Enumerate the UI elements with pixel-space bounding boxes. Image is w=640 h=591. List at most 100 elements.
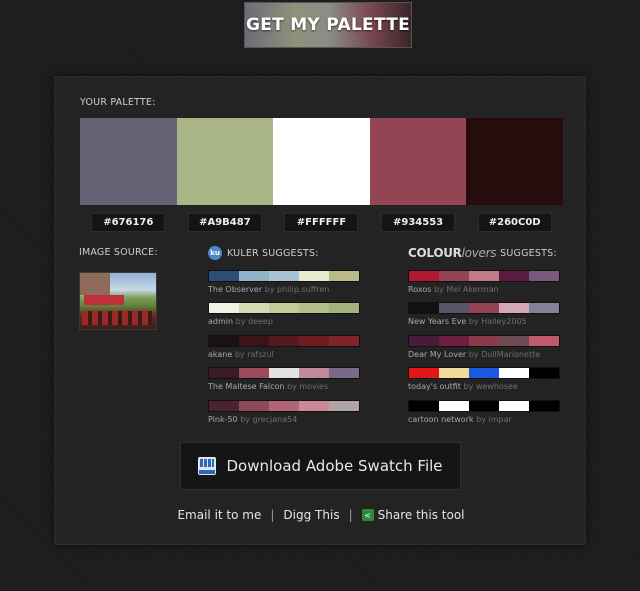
suggestion-caption: akane by rafszul	[208, 350, 360, 359]
hex-cell: #260C0D	[466, 213, 563, 232]
suggestion-caption: Roxos by Mel Akerman	[408, 285, 560, 294]
hex-value[interactable]: #A9B487	[187, 213, 262, 232]
suggestion-item[interactable]: The Observer by philip.suffren	[208, 270, 360, 302]
palette-hex-values: #676176 #A9B487 #FFFFFF #934553 #260C0D	[80, 213, 563, 232]
suggestion-caption: The Maltese Falcon by movies	[208, 382, 360, 391]
strip-color	[329, 400, 359, 411]
separator: |	[348, 508, 353, 522]
suggestion-item[interactable]: akane by rafszul	[208, 334, 360, 367]
swatch-file-icon	[198, 457, 217, 475]
suggestion-name[interactable]: Pink-50	[208, 415, 238, 424]
colourlovers-list: Roxos by Mel Akerman New Years Eve by Hai…	[408, 270, 560, 432]
your-palette-label: YOUR PALETTE:	[80, 97, 156, 108]
strip-color	[209, 335, 239, 346]
suggestion-author[interactable]: Mel Akerman	[446, 285, 498, 294]
suggestion-color-strip[interactable]	[208, 270, 360, 282]
strip-color	[409, 335, 439, 346]
suggestion-color-strip[interactable]	[208, 302, 360, 315]
suggestion-name[interactable]: Dear My Lover	[408, 350, 466, 359]
colourlovers-suggestions: COLOURlovers SUGGESTS: Roxos by Mel Aker…	[408, 245, 560, 432]
image-source-label: IMAGE SOURCE:	[79, 247, 158, 258]
strip-color	[469, 400, 499, 411]
suggestion-color-strip[interactable]	[408, 399, 560, 412]
suggestion-author[interactable]: grecjana54	[253, 415, 298, 424]
kuler-icon: ku	[208, 246, 222, 260]
palette-swatch[interactable]	[80, 118, 177, 205]
share-link[interactable]: Share this tool	[378, 508, 465, 522]
strip-color	[239, 368, 269, 379]
suggestion-by: by	[234, 349, 245, 359]
suggestion-author[interactable]: impar	[489, 415, 512, 424]
suggestion-author[interactable]: wewhosee	[476, 382, 518, 391]
get-my-palette-button[interactable]: GET MY PALETTE	[244, 2, 412, 48]
palette-swatch[interactable]	[369, 118, 467, 205]
strip-color	[239, 271, 269, 281]
strip-color	[469, 335, 499, 346]
separator: |	[270, 508, 275, 522]
suggestion-author[interactable]: DullMarionette	[481, 350, 540, 359]
palette-swatch[interactable]	[176, 118, 274, 205]
suggestion-item[interactable]: Roxos by Mel Akerman	[408, 270, 560, 302]
strip-color	[529, 303, 559, 314]
suggestion-name[interactable]: admin	[208, 317, 233, 326]
suggestion-author[interactable]: Hailey2005	[481, 317, 526, 326]
hex-value[interactable]: #FFFFFF	[284, 213, 359, 232]
suggestion-by: by	[264, 285, 275, 294]
email-link[interactable]: Email it to me	[177, 508, 261, 522]
suggestion-name[interactable]: The Maltese Falcon	[208, 382, 285, 391]
suggestion-color-strip[interactable]	[208, 367, 360, 380]
colourlovers-logo: COLOURlovers	[408, 246, 497, 260]
suggestion-author[interactable]: rafszul	[247, 350, 274, 359]
hex-value[interactable]: #260C0D	[477, 213, 552, 232]
strip-color	[499, 400, 529, 411]
suggestion-by: by	[463, 382, 474, 392]
digg-link[interactable]: Digg This	[283, 508, 339, 522]
kuler-list: The Observer by philip.suffren admin by d…	[208, 270, 360, 432]
suggestion-author[interactable]: philip.suffren	[277, 285, 329, 294]
strip-color	[269, 335, 299, 346]
suggestion-item[interactable]: Pink-50 by grecjana54	[208, 399, 360, 432]
suggestion-name[interactable]: The Observer	[208, 285, 262, 294]
hex-value[interactable]: #676176	[91, 213, 166, 232]
suggestion-author[interactable]: movies	[299, 382, 328, 391]
strip-color	[239, 400, 269, 411]
suggestion-name[interactable]: Roxos	[408, 285, 431, 294]
strip-color	[269, 271, 299, 281]
suggestion-name[interactable]: akane	[208, 350, 232, 359]
strip-color	[529, 400, 559, 411]
suggestion-item[interactable]: cartoon network by impar	[408, 399, 560, 432]
suggestion-by: by	[235, 317, 246, 327]
suggestion-name[interactable]: cartoon network	[408, 415, 474, 424]
hex-cell: #FFFFFF	[273, 213, 370, 232]
suggestion-author[interactable]: deeep	[248, 317, 273, 326]
suggestion-color-strip[interactable]	[408, 367, 560, 380]
suggestion-name[interactable]: today's outfit	[408, 382, 461, 391]
suggestion-by: by	[240, 414, 250, 424]
strip-color	[269, 400, 299, 411]
palette-swatch[interactable]	[273, 118, 370, 205]
hex-cell: #934553	[370, 213, 467, 232]
suggestion-color-strip[interactable]	[408, 270, 560, 282]
suggestion-item[interactable]: Dear My Lover by DullMarionette	[408, 334, 560, 367]
suggestion-name[interactable]: New Years Eve	[408, 317, 466, 326]
image-source-thumbnail[interactable]	[79, 272, 157, 330]
palette-swatch[interactable]	[466, 118, 563, 205]
suggestion-caption: admin by deeep	[208, 317, 360, 326]
share-icon: <	[361, 509, 374, 521]
strip-color	[469, 303, 499, 314]
download-swatch-button[interactable]: Download Adobe Swatch File	[180, 442, 461, 490]
strip-color	[299, 400, 329, 411]
suggestion-color-strip[interactable]	[208, 334, 360, 347]
suggestion-color-strip[interactable]	[408, 302, 560, 315]
suggestion-item[interactable]: New Years Eve by Hailey2005	[408, 302, 560, 334]
suggestion-caption: The Observer by philip.suffren	[208, 285, 360, 294]
strip-color	[269, 368, 299, 379]
footer-links: Email it to me | Digg This | < Share thi…	[55, 508, 587, 522]
suggestion-item[interactable]: today's outfit by wewhosee	[408, 367, 560, 399]
suggestion-color-strip[interactable]	[408, 334, 560, 347]
suggestion-item[interactable]: The Maltese Falcon by movies	[208, 367, 360, 399]
hex-value[interactable]: #934553	[381, 213, 456, 232]
suggestion-item[interactable]: admin by deeep	[208, 302, 360, 334]
suggestion-color-strip[interactable]	[208, 399, 360, 412]
download-label: Download Adobe Swatch File	[226, 457, 443, 475]
